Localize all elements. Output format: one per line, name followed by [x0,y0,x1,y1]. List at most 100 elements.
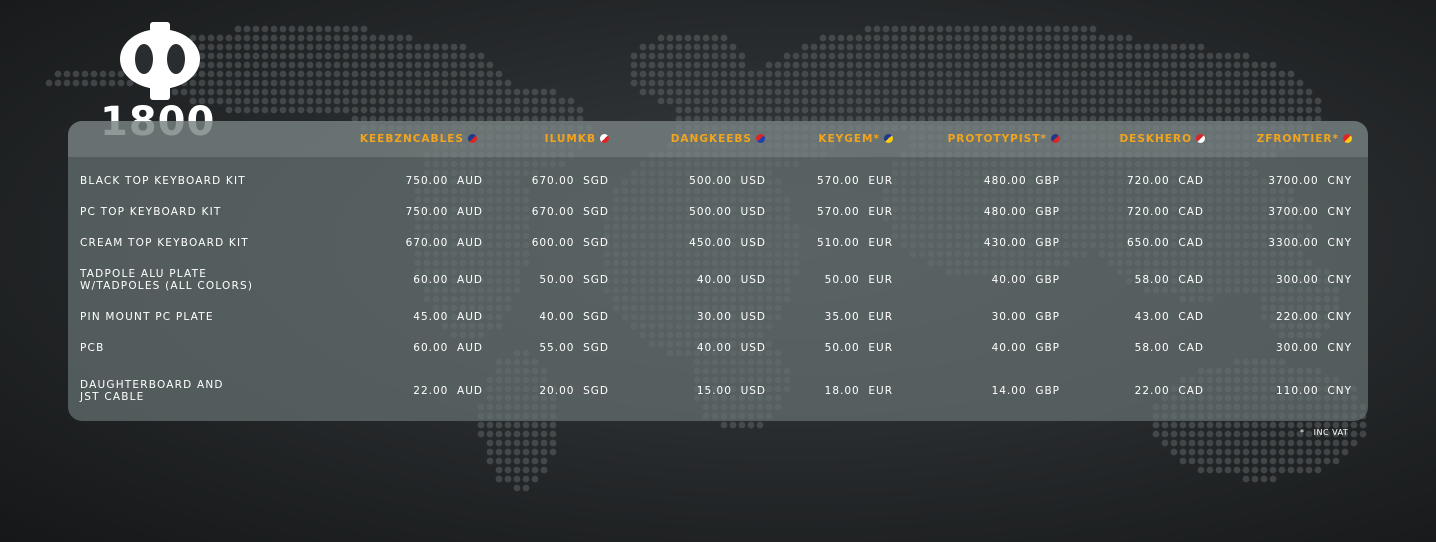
map-dot [1251,466,1259,474]
map-dot [693,52,701,60]
map-dot [405,52,413,60]
map-dot [432,43,440,51]
map-dot [963,79,971,87]
map-dot [333,97,341,105]
map-dot [1242,79,1250,87]
map-dot [1107,88,1115,96]
map-dot [315,25,323,33]
row-label-text: DAUGHTERBOARD AND JST CABLE [80,379,224,403]
map-dot [1071,70,1079,78]
map-dot [954,106,962,114]
price-table: KEEBZNCABLES ILUMKB DANGKEEBS KEYGEM* PROTOT… [68,121,1368,421]
map-dot [1071,25,1079,33]
map-dot [1089,52,1097,60]
map-dot [342,61,350,69]
map-dot [459,43,467,51]
map-dot [423,61,431,69]
map-dot [369,52,377,60]
map-dot [414,79,422,87]
map-dot [1233,88,1241,96]
price-cell: 450.00 USD [689,237,766,249]
map-dot [396,97,404,105]
map-dot [531,448,539,456]
map-dot [1143,79,1151,87]
map-dot [1260,430,1268,438]
map-dot [1323,439,1331,447]
map-dot [774,70,782,78]
map-dot [1179,97,1187,105]
map-dot [702,61,710,69]
map-dot [1260,70,1268,78]
map-dot [522,88,530,96]
map-dot [864,97,872,105]
map-dot [774,106,782,114]
map-dot [1089,34,1097,42]
map-dot [1143,97,1151,105]
map-dot [747,421,755,429]
map-dot [864,25,872,33]
map-dot [441,106,449,114]
map-dot [423,97,431,105]
map-dot [1125,79,1133,87]
map-dot [720,106,728,114]
map-dot [675,34,683,42]
map-dot [639,61,647,69]
map-dot [729,106,737,114]
map-dot [1314,466,1322,474]
map-dot [693,61,701,69]
map-dot [1161,43,1169,51]
map-dot [1197,97,1205,105]
map-dot [1269,61,1277,69]
map-dot [513,430,521,438]
map-dot [999,70,1007,78]
map-dot [486,421,494,429]
row-label: PCB [80,342,340,354]
map-dot [1170,97,1178,105]
map-dot [342,97,350,105]
map-dot [1017,43,1025,51]
map-dot [486,88,494,96]
map-dot [234,61,242,69]
map-dot [1053,79,1061,87]
map-dot [288,34,296,42]
map-dot [1287,430,1295,438]
map-dot [450,97,458,105]
map-dot [1188,70,1196,78]
map-dot [297,34,305,42]
map-dot [1341,439,1349,447]
map-dot [486,457,494,465]
map-dot [837,52,845,60]
map-dot [450,43,458,51]
map-dot [324,43,332,51]
map-dot [990,34,998,42]
map-dot [954,79,962,87]
map-dot [315,79,323,87]
map-dot [261,106,269,114]
map-dot [495,88,503,96]
map-dot [1008,43,1016,51]
map-dot [666,34,674,42]
map-dot [918,34,926,42]
map-dot [1170,70,1178,78]
map-dot [54,70,62,78]
map-dot [1323,457,1331,465]
map-dot [1197,439,1205,447]
map-dot [828,70,836,78]
map-dot [1224,430,1232,438]
map-dot [306,61,314,69]
map-dot [1134,97,1142,105]
map-dot [1287,79,1295,87]
price-cell: 58.00 CAD [1134,274,1204,286]
map-dot [297,88,305,96]
map-dot [999,61,1007,69]
map-dot [1026,52,1034,60]
map-dot [1197,43,1205,51]
map-dot [693,97,701,105]
map-dot [54,79,62,87]
map-dot [459,106,467,114]
map-dot [738,88,746,96]
map-dot [1224,421,1232,429]
map-dot [657,97,665,105]
map-dot [1197,79,1205,87]
map-dot [846,43,854,51]
